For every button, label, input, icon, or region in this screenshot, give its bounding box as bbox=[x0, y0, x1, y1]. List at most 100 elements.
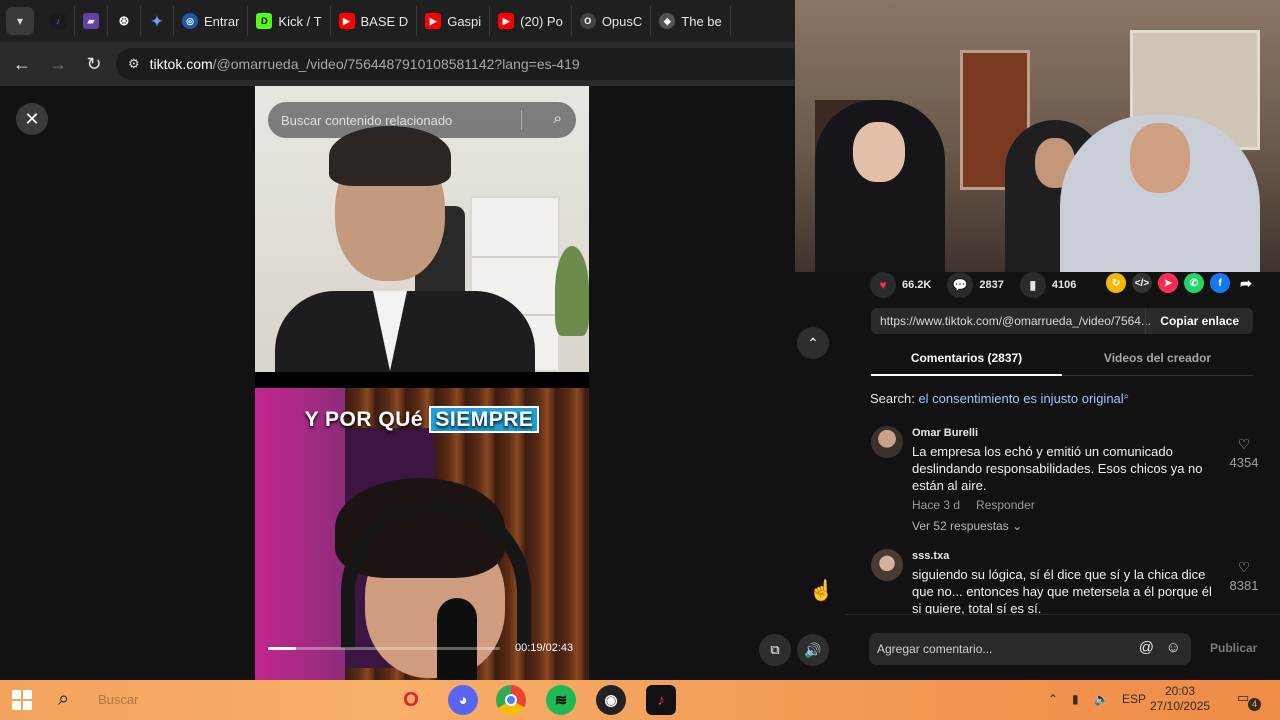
tab-entrar[interactable]: ◎ Entrar bbox=[174, 6, 249, 36]
mouse-cursor-icon: ☝ bbox=[809, 580, 834, 602]
speaker-icon[interactable]: 🔈 bbox=[1094, 692, 1109, 706]
repost-icon[interactable]: ↻ bbox=[1106, 273, 1126, 293]
webcam-overlay bbox=[795, 0, 1280, 272]
share-arrow-icon[interactable]: ➦ bbox=[1236, 273, 1256, 293]
search-suggestion[interactable]: Search: el consentimiento es injusto ori… bbox=[870, 391, 1129, 406]
volume-button[interactable]: 🔊 bbox=[797, 634, 829, 666]
tab-youtube-po[interactable]: ▶ (20) Po bbox=[490, 6, 572, 36]
previous-video-button[interactable]: ⌃ bbox=[797, 327, 829, 359]
spotify-icon[interactable]: ≋ bbox=[546, 685, 576, 715]
tab-tiktok[interactable]: ♪ bbox=[42, 6, 75, 36]
related-search-placeholder: Buscar contenido relacionado bbox=[281, 112, 453, 128]
avatar[interactable] bbox=[871, 426, 903, 458]
discord-icon[interactable]: ◕ bbox=[448, 685, 478, 715]
reply-button[interactable]: Responder bbox=[976, 498, 1035, 512]
forward-button[interactable]: → bbox=[40, 46, 76, 82]
tiktok-icon: ♪ bbox=[50, 13, 66, 29]
comment-text: siguiendo su lógica, sí él dice que sí y… bbox=[912, 567, 1212, 616]
opera-icon[interactable]: O bbox=[396, 685, 426, 715]
chrome-center bbox=[505, 694, 517, 706]
save-count: 4106 bbox=[1051, 279, 1077, 291]
twitch-icon: ▰ bbox=[83, 13, 99, 29]
language-indicator[interactable]: ESP bbox=[1122, 692, 1146, 706]
tab-title: Entrar bbox=[204, 13, 240, 29]
tab-the-be[interactable]: ◆ The be bbox=[651, 6, 731, 36]
picture-in-picture-button[interactable]: ⧉ bbox=[759, 634, 791, 666]
facebook-icon[interactable]: f bbox=[1210, 273, 1230, 293]
tab-comments[interactable]: Comentarios (2837) bbox=[871, 344, 1062, 376]
avatar[interactable] bbox=[871, 549, 903, 581]
engagement-stats: ♥ 66.2K 💬 2837 ▮ 4106 bbox=[870, 272, 1082, 298]
notifications-button[interactable]: ▭ 4 bbox=[1237, 690, 1261, 711]
tab-chatgpt[interactable]: ⊛ bbox=[108, 6, 141, 36]
chrome-icon[interactable] bbox=[496, 685, 526, 715]
post-button[interactable]: Publicar bbox=[1210, 641, 1257, 655]
video-progress-bar[interactable] bbox=[268, 647, 500, 650]
emoji-icon[interactable]: ☺ bbox=[1166, 639, 1181, 656]
reload-button[interactable]: ↻ bbox=[76, 46, 112, 82]
share-link[interactable]: https://www.tiktok.com/@omarrueda_/video… bbox=[871, 314, 1151, 328]
chevron-up-icon[interactable]: ⌃ bbox=[1048, 692, 1058, 706]
battery-icon[interactable]: ▮ bbox=[1072, 692, 1079, 706]
windows-logo-icon bbox=[23, 701, 32, 710]
divider bbox=[521, 110, 522, 130]
heart-icon: ♥ bbox=[870, 272, 896, 298]
back-button[interactable]: ← bbox=[4, 46, 40, 82]
url-site: tiktok.com bbox=[149, 56, 213, 72]
tiktok-icon[interactable]: ♪ bbox=[646, 685, 676, 715]
search-icon[interactable]: ⌕ bbox=[554, 110, 562, 127]
whatsapp-icon[interactable]: ✆ bbox=[1184, 273, 1204, 293]
close-button[interactable]: ✕ bbox=[16, 103, 48, 135]
caption-text: Y POR QUé bbox=[304, 408, 424, 431]
tab-gemini[interactable]: ✦ bbox=[141, 6, 174, 36]
browser-toolbar: ← → ↻ ⚙ tiktok.com/@omarrueda_/video/756… bbox=[0, 42, 806, 86]
like-stat[interactable]: ♥ 66.2K bbox=[870, 272, 931, 298]
taskbar-search-box[interactable]: Buscar bbox=[98, 692, 138, 707]
address-bar[interactable]: ⚙ tiktok.com/@omarrueda_/video/756448791… bbox=[116, 48, 806, 80]
tab-search-menu-button[interactable]: ▾ bbox=[6, 7, 34, 35]
globe-icon: ◎ bbox=[182, 13, 198, 29]
embed-icon[interactable]: </> bbox=[1132, 273, 1152, 293]
comment-stat[interactable]: 💬 2837 bbox=[947, 272, 1004, 298]
obs-icon[interactable]: ◉ bbox=[596, 685, 626, 715]
clock[interactable]: 20:03 27/10/2025 bbox=[1150, 684, 1210, 714]
comment-like-button[interactable]: ♡ 8381 bbox=[1226, 559, 1262, 593]
comment-username[interactable]: Omar Burelli bbox=[912, 427, 978, 439]
tab-youtube-gaspi[interactable]: ▶ Gaspi bbox=[417, 6, 491, 36]
streamer-left bbox=[815, 100, 945, 272]
windows-taskbar: ⌕ Buscar O ◕ ≋ ◉ ♪ ⌃ ▮ 🔈 ESP 20:03 27/10/… bbox=[0, 680, 1280, 720]
tab-twitch[interactable]: ▰ bbox=[75, 6, 108, 36]
video-player[interactable]: Buscar contenido relacionado ⌕ Y POR QUé… bbox=[255, 86, 589, 680]
view-replies-button[interactable]: Ver 52 respuestas ⌄ bbox=[912, 519, 1022, 533]
tab-creator-videos[interactable]: Videos del creador bbox=[1062, 344, 1253, 376]
related-search-input[interactable]: Buscar contenido relacionado ⌕ bbox=[268, 102, 576, 138]
tab-youtube-base[interactable]: ▶ BASE D bbox=[331, 6, 418, 36]
replies-label: Ver 52 respuestas bbox=[912, 519, 1009, 533]
comment-like-button[interactable]: ♡ 4354 bbox=[1226, 436, 1262, 470]
tab-opus[interactable]: O OpusC bbox=[572, 6, 652, 36]
save-stat[interactable]: ▮ 4106 bbox=[1019, 272, 1077, 298]
comment-like-count: 8381 bbox=[1229, 578, 1259, 593]
chevron-up-icon: ⌃ bbox=[807, 334, 819, 351]
tab-title: OpusC bbox=[601, 13, 643, 29]
screen: ▾ ♪ ▰ ⊛ ✦ ◎ Entrar D Kick / T ▶ BASE D ▶ Gas… bbox=[0, 0, 1280, 720]
kick-icon: D bbox=[256, 13, 273, 29]
start-button[interactable] bbox=[12, 690, 32, 710]
comment-username[interactable]: sss.txa bbox=[912, 550, 949, 562]
heart-outline-icon: ♡ bbox=[1237, 559, 1251, 575]
send-icon[interactable]: ➤ bbox=[1158, 273, 1178, 293]
like-count: 66.2K bbox=[902, 279, 932, 291]
tab-title: The be bbox=[681, 13, 722, 29]
person-face bbox=[853, 122, 905, 182]
bookmark-icon: ▮ bbox=[1019, 272, 1046, 298]
copy-link-button[interactable]: Copiar enlace bbox=[1145, 308, 1253, 334]
microphone-image bbox=[437, 598, 477, 680]
tab-title: BASE D bbox=[360, 13, 409, 29]
mention-icon[interactable]: @ bbox=[1139, 639, 1154, 656]
tab-title: (20) Po bbox=[520, 13, 563, 29]
search-icon[interactable]: ⌕ bbox=[58, 688, 69, 711]
comment-like-count: 4354 bbox=[1229, 455, 1259, 470]
comment-input[interactable]: Agregar comentario... @ ☺ bbox=[869, 633, 1191, 665]
site-info-icon[interactable]: ⚙ bbox=[128, 56, 140, 72]
tab-kick[interactable]: D Kick / T bbox=[248, 6, 331, 36]
